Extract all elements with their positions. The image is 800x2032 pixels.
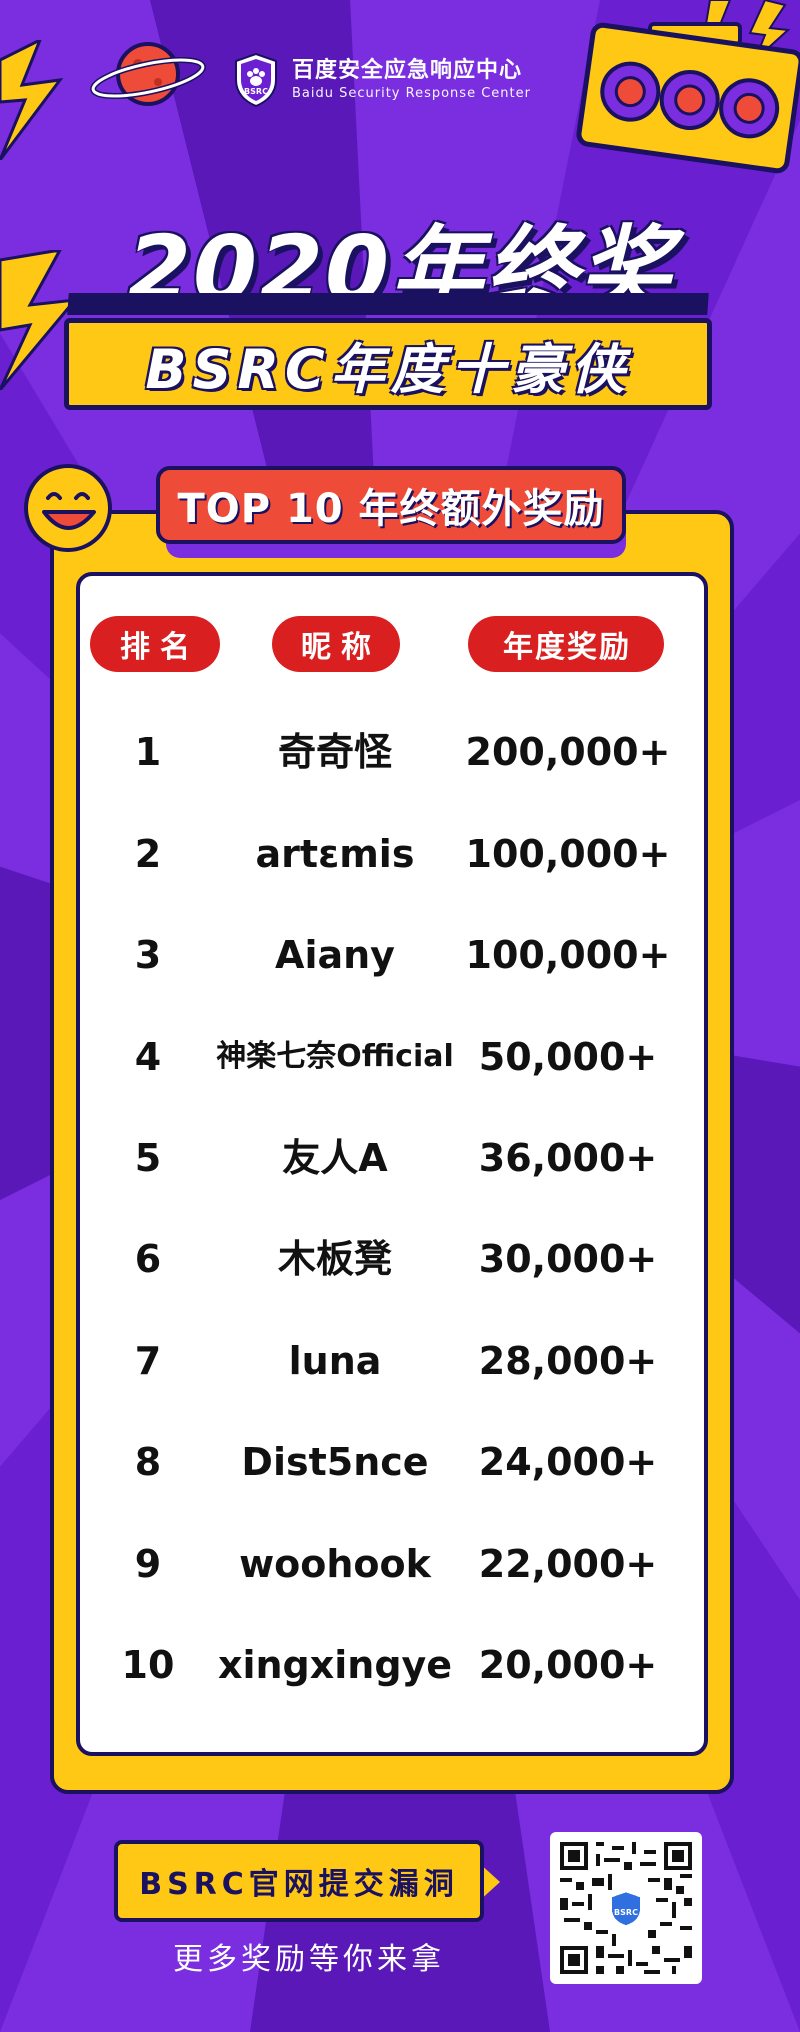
- nickname-cell: Aiany: [275, 933, 395, 977]
- brand-name-cn: 百度安全应急响应中心: [292, 58, 523, 83]
- table-row: 1 奇奇怪 200,000+: [0, 722, 800, 782]
- rank-cell: 3: [134, 933, 162, 977]
- table-row: 4 神楽七奈Official 50,000+: [0, 1027, 800, 1087]
- nickname-cell: 奇奇怪: [277, 730, 392, 774]
- brand-badge: BSRC: [244, 87, 268, 96]
- rank-cell: 10: [121, 1643, 175, 1687]
- prize-cell: 100,000+: [465, 832, 671, 876]
- subtitle-shadow: [67, 293, 709, 315]
- table-row: 2 artɛmis 100,000+: [0, 824, 800, 884]
- nickname-cell: 木板凳: [277, 1237, 392, 1281]
- prize-cell: 28,000+: [478, 1339, 658, 1383]
- rank-cell: 2: [134, 832, 162, 876]
- table-row: 9 woohook 22,000+: [0, 1534, 800, 1594]
- rank-cell: 1: [134, 730, 162, 774]
- table-row: 6 木板凳 30,000+: [0, 1229, 800, 1289]
- subtitle-banner: BSRC年度十豪侠: [64, 318, 712, 410]
- subtitle-text: BSRC年度十豪侠: [145, 337, 631, 401]
- rank-cell: 4: [134, 1035, 162, 1079]
- table-row: 7 luna 28,000+: [0, 1331, 800, 1391]
- smiley-face-icon: [24, 464, 112, 552]
- prize-cell: 24,000+: [478, 1440, 658, 1484]
- qr-code-icon: BSRC: [560, 1842, 692, 1974]
- submit-vulnerability-button[interactable]: BSRC官网提交漏洞: [114, 1840, 504, 1922]
- column-header-rank: 排名: [90, 616, 220, 672]
- table-row: 10 xingxingye 20,000+: [0, 1635, 800, 1695]
- prize-cell: 36,000+: [478, 1136, 658, 1180]
- nickname-cell: luna: [288, 1339, 382, 1383]
- rank-cell: 9: [134, 1542, 162, 1586]
- shield-icon: BSRC: [235, 52, 277, 108]
- brand-name-en: Baidu Security Response Center: [292, 86, 531, 101]
- cta-subtitle: 更多奖励等你来拿: [173, 1942, 445, 1977]
- planet-icon: [90, 42, 206, 106]
- cta-label: BSRC官网提交漏洞: [114, 1840, 484, 1922]
- prize-cell: 30,000+: [478, 1237, 658, 1281]
- nickname-cell: xingxingye: [217, 1643, 453, 1687]
- prize-cell: 50,000+: [478, 1035, 658, 1079]
- qr-badge: BSRC: [614, 1908, 638, 1917]
- nickname-cell: artɛmis: [255, 832, 415, 876]
- rank-cell: 7: [134, 1339, 162, 1383]
- prize-cell: 200,000+: [465, 730, 671, 774]
- nickname-cell: 友人A: [282, 1136, 388, 1180]
- qr-code[interactable]: BSRC: [550, 1832, 702, 1984]
- boombox-icon: [576, 0, 800, 174]
- column-header-prize: 年度奖励: [468, 616, 664, 672]
- prize-cell: 22,000+: [478, 1542, 658, 1586]
- brand-logo: BSRC 百度安全应急响应中心 Baidu Security Response …: [232, 52, 531, 108]
- nickname-cell: woohook: [239, 1542, 431, 1586]
- lightning-bolt-icon: [0, 40, 64, 160]
- table-row: 5 友人A 36,000+: [0, 1128, 800, 1188]
- table-row: 3 Aiany 100,000+: [0, 925, 800, 985]
- table-row: 8 Dist5nce 24,000+: [0, 1432, 800, 1492]
- prize-cell: 100,000+: [465, 933, 671, 977]
- prize-cell: 20,000+: [478, 1643, 658, 1687]
- nickname-cell: 神楽七奈Official: [216, 1039, 454, 1074]
- rank-cell: 8: [134, 1440, 162, 1484]
- top-banner: TOP 10 年终额外奖励: [156, 466, 626, 544]
- nickname-cell: Dist5nce: [241, 1440, 429, 1484]
- rank-cell: 6: [134, 1237, 162, 1281]
- rank-cell: 5: [134, 1136, 162, 1180]
- column-header-nickname: 昵称: [272, 616, 400, 672]
